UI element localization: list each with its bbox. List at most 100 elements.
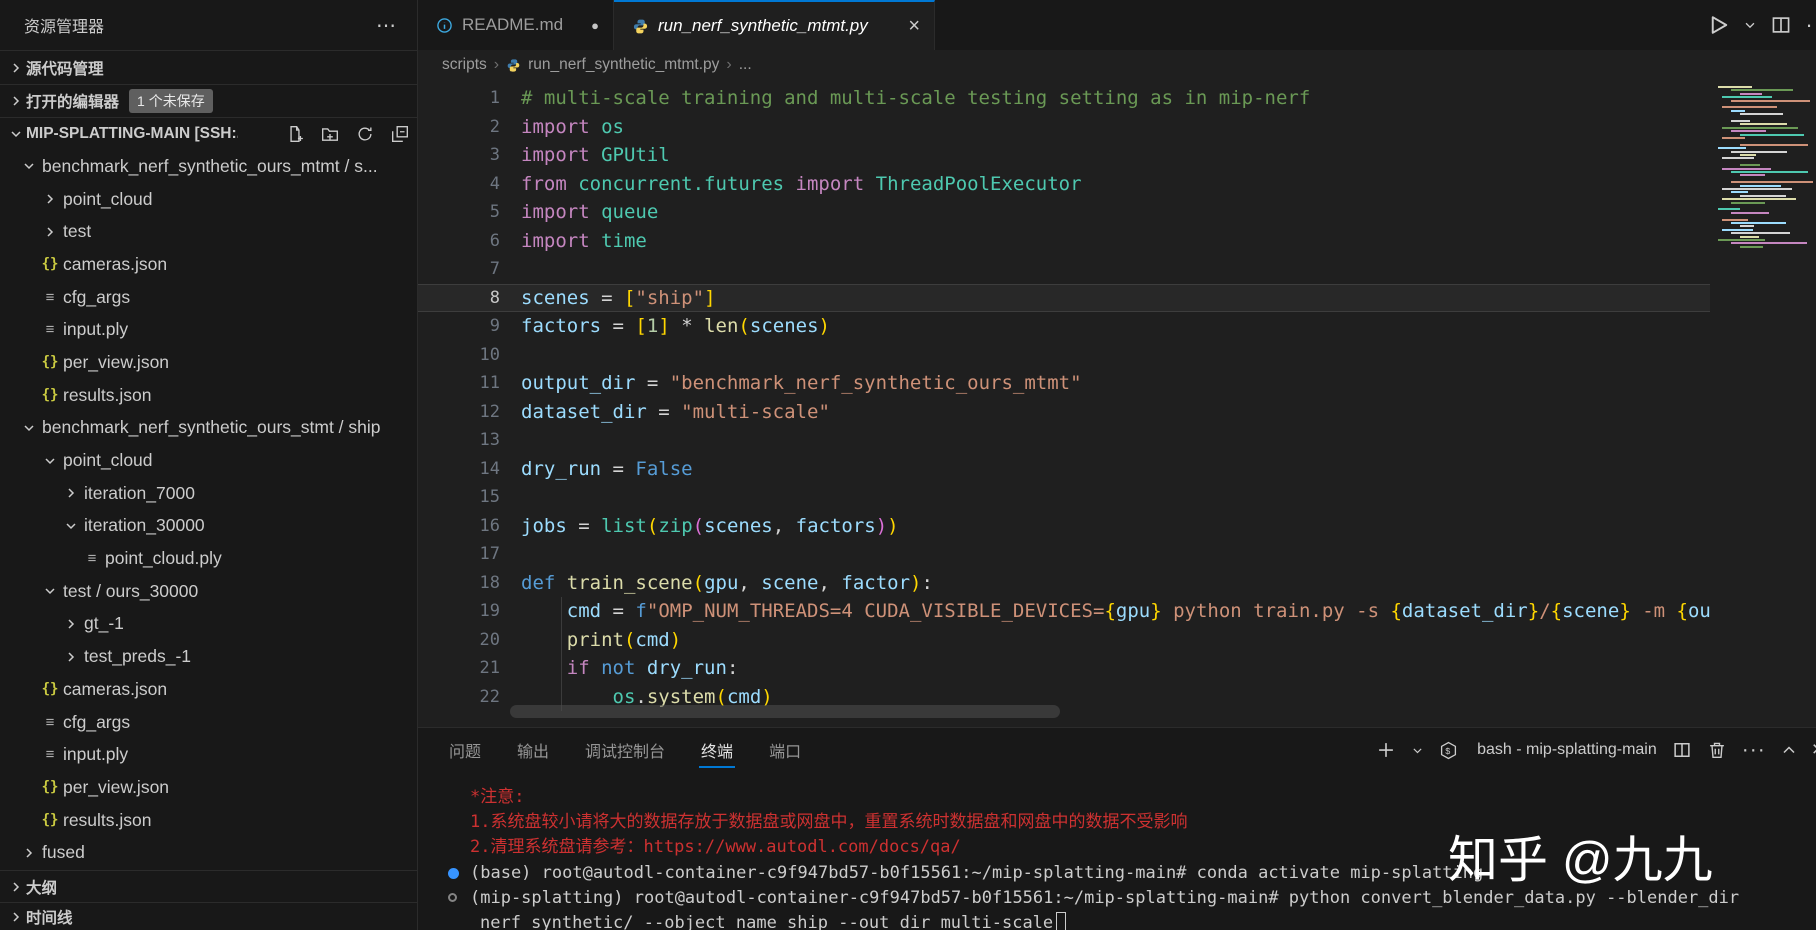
tree-item[interactable]: {} cameras.json [0, 248, 417, 281]
refresh-icon[interactable] [356, 125, 374, 143]
explorer-more-actions-icon[interactable]: ⋯ [376, 13, 397, 38]
terminal-dropdown-chevron-icon[interactable] [1411, 744, 1424, 757]
minimap[interactable] [1710, 80, 1816, 727]
panel-tab-item[interactable]: 调试控制台 [585, 728, 665, 772]
code-line[interactable]: 7 [418, 255, 1816, 284]
split-editor-icon[interactable] [1770, 14, 1792, 36]
code-line[interactable]: 11 output_dir = "benchmark_nerf_synthetic… [418, 369, 1816, 398]
maximize-panel-icon[interactable] [1781, 742, 1797, 758]
tree-item[interactable]: ≡ cfg_args [0, 281, 417, 314]
tree-item[interactable]: point_cloud [0, 183, 417, 216]
tree-item[interactable]: ≡ point_cloud.ply [0, 542, 417, 575]
tree-item[interactable]: {} results.json [0, 379, 417, 412]
code-line[interactable]: 4 from concurrent.futures import ThreadPo… [418, 170, 1816, 199]
tree-item[interactable]: point_cloud [0, 444, 417, 477]
tree-item[interactable]: {} results.json [0, 804, 417, 837]
tree-item-label: results.json [63, 809, 152, 830]
tree-item[interactable]: benchmark_nerf_synthetic_ours_mtmt / s..… [0, 150, 417, 183]
code-line[interactable]: 21 if not dry_run: [418, 654, 1816, 683]
breadcrumb-folder[interactable]: scripts [442, 56, 487, 74]
breadcrumb-file[interactable]: run_nerf_synthetic_mtmt.py [528, 56, 719, 74]
code-line[interactable]: 5 import queue [418, 198, 1816, 227]
code-line[interactable]: 19 cmd = f"OMP_NUM_THREADS=4 CUDA_VISIBL… [418, 597, 1816, 626]
section-source-control-label: 源代码管理 [26, 60, 104, 78]
chevron-down-icon [37, 583, 63, 599]
chevron-right-icon: › [726, 56, 732, 73]
new-file-icon[interactable] [286, 125, 304, 143]
code-text: import os [521, 115, 624, 138]
close-tab-icon[interactable]: × [908, 16, 920, 36]
new-terminal-icon[interactable] [1376, 740, 1396, 760]
breadcrumb-symbol[interactable]: ... [739, 56, 752, 74]
tab-readme-label: README.md [462, 15, 564, 34]
more-actions-icon[interactable]: ·· [1805, 12, 1816, 38]
kill-terminal-trash-icon[interactable] [1707, 740, 1727, 760]
tree-item[interactable]: test / ours_30000 [0, 575, 417, 608]
unsaved-count-badge: 1 个未保存 [129, 89, 213, 113]
tree-item[interactable]: iteration_30000 [0, 510, 417, 543]
tree-item[interactable]: {} cameras.json [0, 673, 417, 706]
tree-item[interactable]: benchmark_nerf_synthetic_ours_stmt / shi… [0, 412, 417, 445]
split-terminal-icon[interactable] [1672, 740, 1692, 760]
code-line[interactable]: 9 factors = [1] * len(scenes) [418, 312, 1816, 341]
code-line[interactable]: 12 dataset_dir = "multi-scale" [418, 398, 1816, 427]
run-python-file-icon[interactable] [1706, 13, 1730, 37]
section-open-editors[interactable]: 打开的编辑器 1 个未保存 [0, 84, 417, 117]
code-line[interactable]: 15 [418, 483, 1816, 512]
tab-readme[interactable]: README.md ● [418, 0, 614, 50]
code-text: output_dir = "benchmark_nerf_synthetic_o… [521, 372, 1082, 395]
code-editor[interactable]: 1 # multi-scale training and multi-scale … [418, 80, 1816, 727]
code-line[interactable]: 18 def train_scene(gpu, scene, factor): [418, 569, 1816, 598]
section-timeline[interactable]: 时间线 [0, 902, 417, 930]
run-dropdown-chevron-icon[interactable] [1743, 18, 1757, 32]
code-line[interactable]: 16 jobs = list(zip(scenes, factors)) [418, 512, 1816, 541]
code-line[interactable]: 13 [418, 426, 1816, 455]
tree-item[interactable]: ≡ cfg_args [0, 706, 417, 739]
panel-tab-item[interactable]: 问题 [449, 728, 481, 772]
code-line[interactable]: 17 [418, 540, 1816, 569]
code-text: cmd = f"OMP_NUM_THREADS=4 CUDA_VISIBLE_D… [566, 600, 1711, 623]
section-outline[interactable]: 大纲 [0, 870, 417, 902]
tree-item[interactable]: {} per_view.json [0, 346, 417, 379]
code-line[interactable]: 6 import time [418, 227, 1816, 256]
line-number: 18 [479, 572, 500, 593]
watermark: 知乎 @九九 [1448, 832, 1713, 888]
code-line[interactable]: 2 import os [418, 113, 1816, 142]
tree-item[interactable]: test [0, 215, 417, 248]
section-source-control[interactable]: 源代码管理 [0, 50, 417, 84]
collapse-all-icon[interactable] [391, 125, 409, 143]
section-timeline-label: 时间线 [26, 909, 73, 927]
section-workspace[interactable]: MIP-SPLATTING-MAIN [SSH:... [0, 117, 417, 150]
panel-tab-active[interactable]: 终端 [699, 728, 736, 772]
tree-item-label: results.json [63, 384, 152, 405]
code-line[interactable]: 8 scenes = ["ship"] [418, 283, 1816, 312]
new-folder-icon[interactable] [321, 125, 339, 143]
panel-more-actions-icon[interactable]: ··· [1742, 738, 1766, 762]
editor-area: README.md ● run_nerf_synthetic_mtmt.py × [418, 0, 1816, 930]
chevron-right-icon [58, 485, 84, 501]
tree-item[interactable]: ≡ input.ply [0, 313, 417, 346]
code-text: scenes = ["ship"] [521, 286, 716, 309]
horizontal-scrollbar[interactable] [510, 705, 1060, 718]
code-line[interactable]: 10 [418, 341, 1816, 370]
tree-item[interactable]: ≡ input.ply [0, 738, 417, 771]
tree-item[interactable]: fused [0, 836, 417, 869]
code-line[interactable]: 1 # multi-scale training and multi-scale … [418, 84, 1816, 113]
panel-tab-item[interactable]: 输出 [517, 728, 549, 772]
tree-item-label: iteration_30000 [84, 515, 205, 536]
code-line[interactable]: 3 import GPUtil [418, 141, 1816, 170]
code-line[interactable]: 14 dry_run = False [418, 455, 1816, 484]
tree-item-label: input.ply [63, 744, 129, 765]
panel-tab-item[interactable]: 端口 [769, 728, 801, 772]
terminal-session-label[interactable]: bash - mip-splatting-main [1477, 741, 1657, 759]
tree-item[interactable]: iteration_7000 [0, 477, 417, 510]
tree-item[interactable]: test_preds_-1 [0, 640, 417, 673]
command-status-dot-icon [448, 867, 459, 879]
tree-item-label: test_preds_-1 [84, 646, 192, 667]
close-panel-icon[interactable]: × [1812, 738, 1816, 762]
modified-dot-icon[interactable]: ● [591, 18, 599, 33]
tab-run-nerf-synthetic[interactable]: run_nerf_synthetic_mtmt.py × [614, 0, 935, 50]
tree-item[interactable]: gt_-1 [0, 608, 417, 641]
tree-item[interactable]: {} per_view.json [0, 771, 417, 804]
code-line[interactable]: 20 print(cmd) [418, 626, 1816, 655]
